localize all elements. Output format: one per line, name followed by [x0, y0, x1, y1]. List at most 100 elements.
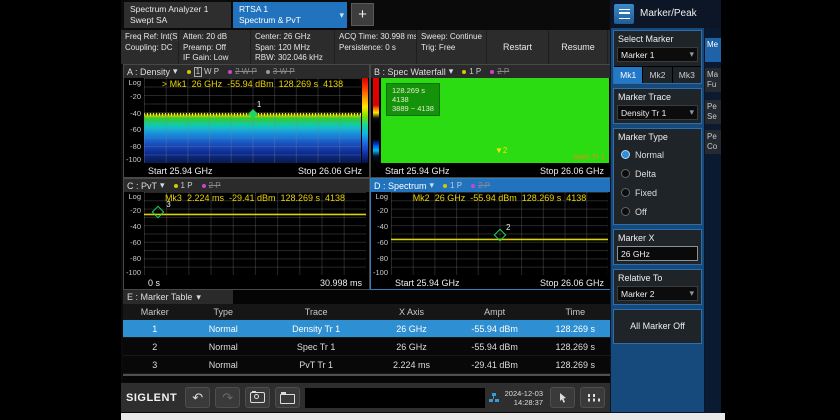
page-edge-strip: [121, 413, 725, 420]
tab-rtsa-active[interactable]: RTSA 1 Spectrum & PvT: [233, 2, 347, 28]
panel-c-title: C : PvT: [127, 181, 157, 191]
col-ampt: Ampt: [451, 307, 539, 317]
trace2-mode: 2 P: [209, 181, 221, 190]
side-item-peak-config[interactable]: Pe Co: [705, 130, 721, 154]
panel-e-header[interactable]: E : Marker Table: [123, 290, 233, 304]
trace1-dot-icon: [187, 70, 191, 74]
select-marker-dropdown[interactable]: Marker 1: [617, 47, 698, 62]
resume-button[interactable]: Resume: [549, 30, 608, 64]
screenshot-stage: Spectrum Analyzer 1 Swept SA RTSA 1 Spec…: [0, 0, 840, 420]
marker-type-delta[interactable]: Delta: [617, 164, 698, 183]
marker-type-off[interactable]: Off: [617, 202, 698, 221]
panel-d-xaxis: Start 25.94 GHz Stop 26.06 GHz: [391, 276, 608, 289]
rbw-value: RBW: 302.046 kHz: [255, 53, 330, 64]
chevron-down-icon: [196, 292, 201, 303]
panel-d-trace2-toggle[interactable]: 2 P: [471, 181, 490, 190]
panel-e-marker-table: E : Marker Table Marker Type Trace X Axi…: [123, 290, 612, 382]
marker-x-input[interactable]: 26 GHz: [617, 246, 698, 261]
panel-c-trace2-toggle[interactable]: 2 P: [202, 181, 221, 190]
panel-a-yaxis: Log -20 -40 -60 -80 -100: [124, 78, 143, 163]
panel-d-trace1-toggle[interactable]: 1 P: [443, 181, 462, 190]
tab2-line1: RTSA 1: [239, 4, 341, 15]
marker-table-header-row: Marker Type Trace X Axis Ampt Time: [123, 304, 612, 320]
panel-b-header[interactable]: B : Spec Waterfall 1 P 2 P: [371, 65, 611, 78]
undo-button[interactable]: [185, 387, 210, 408]
screenshot-button[interactable]: [245, 387, 270, 408]
trace1-num: 1: [194, 67, 202, 77]
menu-side-column: Me Ma Fu Pe Se Pe Co: [705, 28, 721, 412]
mk2-button[interactable]: Mk2: [643, 67, 672, 83]
table-row[interactable]: 2 Normal Spec Tr 1 26 GHz -55.94 dBm 128…: [123, 338, 612, 356]
col-type: Type: [187, 307, 260, 317]
chevron-down-icon: [689, 288, 694, 299]
side-item-marker[interactable]: Me: [705, 38, 721, 62]
status-bar: SIGLENT 2024-12-03 14:28:37: [121, 383, 610, 412]
file-button[interactable]: [275, 387, 300, 408]
table-scrollbar[interactable]: [123, 374, 612, 376]
settings-strip: Freq Ref: Int(S) Coupling: DC Atten: 20 …: [121, 30, 610, 64]
marker2-waterfall-icon: ▼2: [495, 146, 507, 155]
apps-grid-button[interactable]: [580, 387, 605, 408]
panel-c-trace1-toggle[interactable]: 1 P: [174, 181, 193, 190]
col-time: Time: [539, 307, 612, 317]
marker-trace-dropdown[interactable]: Density Tr 1: [617, 105, 698, 120]
tab-swept-sa[interactable]: Spectrum Analyzer 1 Swept SA: [124, 2, 231, 28]
table-row[interactable]: 3 Normal PvT Tr 1 2.224 ms -29.41 dBm 12…: [123, 356, 612, 374]
start-freq-label: Start 25.94 GHz: [148, 166, 213, 176]
menu-button[interactable]: [614, 4, 634, 24]
sweep-value: Sweep: Continue: [421, 32, 482, 43]
table-row[interactable]: 1 Normal Density Tr 1 26 GHz -55.94 dBm …: [123, 320, 612, 338]
panel-a-header[interactable]: A : Density 1 W P 2 W P 3 W P: [124, 65, 369, 78]
restart-button[interactable]: Restart: [487, 30, 549, 64]
start-freq-label: Start 25.94 GHz: [385, 166, 450, 176]
stop-freq-label: Stop 26.06 GHz: [540, 166, 604, 176]
trig-value: Trig: Free: [421, 43, 482, 54]
trace2-mode: 2 W P: [235, 67, 257, 76]
marker-peak-header: Marker/Peak: [610, 0, 721, 27]
redo-button[interactable]: [215, 387, 240, 408]
panel-b-title: B : Spec Waterfall: [374, 67, 446, 77]
stop-freq-label: Stop 26.06 GHz: [540, 278, 604, 288]
side-item-marker-function[interactable]: Ma Fu: [705, 68, 721, 92]
coupling-value: Coupling: DC: [125, 43, 174, 54]
marker-type-normal[interactable]: Normal: [617, 145, 698, 164]
mk1-button[interactable]: Mk1: [614, 67, 643, 83]
panel-a-trace3-toggle[interactable]: 3 W P: [266, 67, 295, 76]
span-value: Span: 120 MHz: [255, 43, 330, 54]
panel-a-trace2-toggle[interactable]: 2 W P: [228, 67, 257, 76]
relative-to-dropdown[interactable]: Marker 2: [617, 286, 698, 301]
panel-b-trace2-toggle[interactable]: 2 P: [490, 67, 509, 76]
freq-ref-group: Freq Ref: Int(S) Coupling: DC: [121, 30, 179, 64]
all-marker-off-button[interactable]: All Marker Off: [613, 309, 702, 344]
freq-group: Center: 26 GHz Span: 120 MHz RBW: 302.04…: [251, 30, 335, 64]
trace1-mode: 1 P: [181, 181, 193, 190]
trace2-mode: 2 P: [478, 181, 490, 190]
tab1-line2: Swept SA: [130, 15, 225, 26]
acq-group: ACQ Time: 30.998 ms Persistence: 0 s: [335, 30, 417, 64]
chevron-down-icon: [689, 49, 694, 60]
touch-mode-button[interactable]: [550, 387, 575, 408]
marker-type-fixed[interactable]: Fixed: [617, 183, 698, 202]
panel-b-trace1-toggle[interactable]: 1 P: [462, 67, 481, 76]
atten-group: Atten: 20 dB Preamp: Off IF Gain: Low: [179, 30, 251, 64]
time-label: 14:28:37: [505, 398, 543, 407]
add-tab-button[interactable]: [351, 3, 374, 26]
panel-c-header[interactable]: C : PvT 1 P 2 P: [124, 179, 369, 192]
panel-b-waterfall: B : Spec Waterfall 1 P 2 P 128.269 s 413…: [370, 64, 612, 178]
panel-d-header[interactable]: D : Spectrum 1 P 2 P: [371, 179, 611, 192]
marker-peak-panel: Marker/Peak Select Marker Marker 1 Mk1 M…: [610, 0, 721, 413]
panel-a-trace1-toggle[interactable]: 1 W P: [187, 67, 220, 77]
acq-time-value: ACQ Time: 30.998 ms: [339, 32, 412, 43]
stop-time-label: 30.998 ms: [320, 278, 362, 288]
side-item-peak-search[interactable]: Pe Se: [705, 100, 721, 124]
density-colorbar: [362, 78, 368, 163]
trace2-mode: 2 P: [497, 67, 509, 76]
marker-peak-controls: Select Marker Marker 1 Mk1 Mk2 Mk3 Marke…: [611, 28, 704, 412]
stop-freq-label: Stop 26.06 GHz: [298, 166, 362, 176]
if-gain-value: IF Gain: Low: [183, 53, 246, 64]
marker3-diamond-icon: [152, 206, 165, 219]
panel-d-plot: Mk2 26 GHz -55.94 dBm 128.269 s 4138 2: [391, 192, 608, 275]
siglent-logo: SIGLENT: [126, 392, 177, 404]
mk3-button[interactable]: Mk3: [673, 67, 701, 83]
marker-trace-section: Marker Trace Density Tr 1: [613, 88, 702, 124]
